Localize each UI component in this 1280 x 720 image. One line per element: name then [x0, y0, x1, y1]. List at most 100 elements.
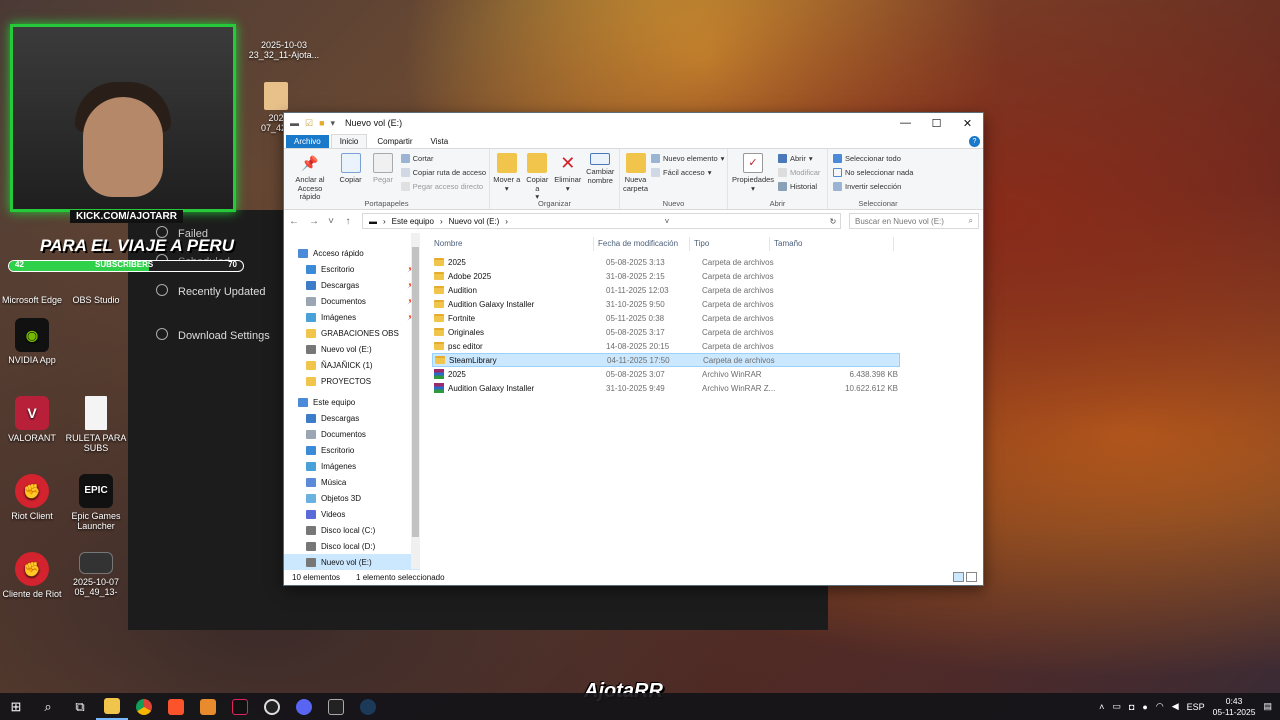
nav-item[interactable]: Escritorio📌 — [284, 261, 420, 277]
tab-inicio[interactable]: Inicio — [330, 134, 368, 148]
cut-button[interactable]: Cortar — [400, 153, 486, 164]
file-row[interactable]: Fortnite 05-11-2025 0:38 Carpeta de archiv… — [432, 311, 900, 325]
taskbar-epic[interactable] — [320, 693, 352, 720]
details-view-icon[interactable] — [953, 572, 964, 582]
desktop-icon-screenshot[interactable]: 2025-10-07 05_49_13- — [64, 552, 128, 597]
desktop-file-cam-top[interactable]: 2025-10-03 23_32_11-Ajota... — [248, 40, 320, 60]
nav-item[interactable]: Disco local (D:) — [284, 538, 420, 554]
close-button[interactable]: ✕ — [952, 117, 983, 130]
nav-item[interactable]: Disco local (C:) — [284, 522, 420, 538]
desktop-icon-cliente-riot[interactable]: ✊ Cliente de Riot — [0, 552, 64, 599]
network-icon[interactable]: ▭ — [1112, 701, 1121, 712]
menu-item-download-settings[interactable]: Download Settings — [156, 328, 270, 342]
back-arrow-icon[interactable]: ← — [288, 216, 300, 227]
file-row[interactable]: Originales 05-08-2025 3:17 Carpeta de arch… — [432, 325, 900, 339]
column-date[interactable]: Fecha de modificación — [594, 237, 690, 251]
camera-icon[interactable]: ◘ — [1129, 702, 1134, 712]
taskbar-tiktok[interactable] — [224, 693, 256, 720]
history-button[interactable]: Historial — [778, 181, 820, 192]
large-icons-view-icon[interactable] — [966, 572, 977, 582]
nav-item[interactable]: GRABACIONES OBS — [284, 325, 420, 341]
forward-arrow-icon[interactable]: → — [308, 216, 320, 227]
desktop-icon-riot-client[interactable]: ✊ Riot Client — [0, 474, 64, 521]
desktop-icon-nvidia[interactable]: ◉ NVIDIA App — [0, 318, 64, 365]
nav-item[interactable]: PROYECTOS — [284, 373, 420, 389]
search-input[interactable]: Buscar en Nuevo vol (E:) ⌕ — [849, 213, 979, 229]
nav-item[interactable]: Descargas — [284, 410, 420, 426]
nav-item[interactable]: Este equipo — [284, 394, 420, 410]
desktop-icon-ruleta[interactable]: RULETA PARA SUBS — [64, 396, 128, 453]
select-all-button[interactable]: Seleccionar todo — [833, 153, 913, 164]
nav-item[interactable]: Imágenes📌 — [284, 309, 420, 325]
taskbar-obs[interactable] — [256, 693, 288, 720]
maximize-button[interactable]: ☐ — [921, 117, 952, 130]
nav-item[interactable]: ÑAJAÑICK (1) — [284, 357, 420, 373]
address-dropdown-icon[interactable]: ˅ — [660, 217, 674, 226]
file-row[interactable]: Audition Galaxy Installer 31-10-2025 9:50… — [432, 297, 900, 311]
nav-item[interactable]: Música — [284, 474, 420, 490]
file-row[interactable]: psc editor 14-08-2025 20:15 Carpeta de arc… — [432, 339, 900, 353]
up-arrow-icon[interactable]: ↑ — [342, 216, 354, 227]
taskbar-app-a[interactable] — [192, 693, 224, 720]
recent-dropdown-icon[interactable]: ˅ — [328, 216, 334, 227]
customize-quick-access-icon[interactable]: ▾ — [331, 118, 336, 129]
taskbar-file-explorer[interactable] — [96, 693, 128, 720]
notifications-icon[interactable]: ▤ — [1263, 701, 1272, 712]
file-row[interactable]: Audition 01-11-2025 12:03 Carpeta de archi… — [432, 283, 900, 297]
paste-shortcut-button[interactable]: Pegar acceso directo — [400, 181, 486, 192]
start-button[interactable]: ⊞ — [0, 693, 32, 720]
easy-access-button[interactable]: Fácil acceso ▾ — [651, 167, 724, 178]
window-menu-icon[interactable]: ▬ — [290, 118, 299, 128]
taskbar-chrome[interactable] — [128, 693, 160, 720]
nav-item[interactable]: Acceso rápido — [284, 245, 420, 261]
tab-vista[interactable]: Vista — [423, 135, 457, 148]
nav-item[interactable]: Nuevo vol (E:) — [284, 341, 420, 357]
search-button[interactable]: ⌕ — [32, 693, 64, 720]
nav-item[interactable]: Documentos — [284, 426, 420, 442]
taskbar-brave[interactable] — [160, 693, 192, 720]
column-type[interactable]: Tipo — [690, 237, 770, 251]
file-row[interactable]: 2025 05-08-2025 3:07 Archivo WinRAR 6.438.3… — [432, 367, 900, 381]
new-item-button[interactable]: Nuevo elemento ▾ — [651, 153, 724, 164]
volume-icon[interactable]: ◀ — [1172, 701, 1179, 712]
tab-archivo[interactable]: Archivo — [286, 135, 329, 148]
menu-item-recently-updated[interactable]: Recently Updated — [156, 284, 265, 298]
file-row[interactable]: SteamLibrary 04-11-2025 17:50 Carpeta de a… — [432, 353, 900, 367]
file-row[interactable]: Adobe 2025 31-08-2025 2:15 Carpeta de arch… — [432, 269, 900, 283]
taskbar-steam[interactable] — [352, 693, 384, 720]
nav-item[interactable]: Imágenes — [284, 458, 420, 474]
edit-button[interactable]: Modificar — [778, 167, 820, 178]
nav-item[interactable]: Objetos 3D — [284, 490, 420, 506]
nav-item[interactable]: Escritorio — [284, 442, 420, 458]
copy-path-button[interactable]: Copiar ruta de acceso — [400, 167, 486, 178]
file-row[interactable]: Audition Galaxy Installer 31-10-2025 9:49… — [432, 381, 900, 395]
nav-item[interactable]: Documentos📌 — [284, 293, 420, 309]
refresh-icon[interactable]: ↻ — [826, 217, 840, 226]
nav-item[interactable]: Descargas📌 — [284, 277, 420, 293]
properties-quick-icon[interactable]: ☑ — [305, 118, 313, 129]
minimize-button[interactable]: — — [890, 117, 921, 130]
help-icon[interactable]: ? — [969, 136, 980, 147]
wifi-icon[interactable]: ◠ — [1156, 701, 1164, 712]
language-indicator[interactable]: ESP — [1187, 702, 1205, 712]
microphone-icon[interactable]: ● — [1142, 702, 1147, 712]
address-bar[interactable]: ▬ › Este equipo › Nuevo vol (E:) › ˅ ↻ — [362, 213, 841, 229]
open-button[interactable]: Abrir ▾ — [778, 153, 820, 164]
desktop-icon-epic[interactable]: EPIC Epic Games Launcher — [64, 474, 128, 531]
file-row[interactable]: 2025 05-08-2025 3:13 Carpeta de archivos — [432, 255, 900, 269]
chevron-up-icon[interactable]: ˄ — [1099, 702, 1104, 712]
clock[interactable]: 0:43 05-11-2025 — [1213, 696, 1256, 718]
new-folder-quick-icon[interactable]: ■ — [319, 118, 324, 128]
taskbar-discord[interactable] — [288, 693, 320, 720]
column-name[interactable]: Nombre — [420, 237, 594, 251]
nav-item[interactable]: Videos — [284, 506, 420, 522]
select-none-button[interactable]: No seleccionar nada — [833, 167, 913, 178]
invert-selection-button[interactable]: Invertir selección — [833, 181, 913, 192]
nav-item[interactable]: Nuevo vol (E:) — [284, 554, 420, 570]
nav-scrollbar-thumb[interactable] — [412, 247, 419, 537]
desktop-icon-valorant[interactable]: V VALORANT — [0, 396, 64, 443]
column-size[interactable]: Tamaño — [770, 237, 894, 251]
tab-compartir[interactable]: Compartir — [369, 135, 420, 148]
task-view-button[interactable]: ⧉ — [64, 693, 96, 720]
nav-scrollbar[interactable] — [411, 233, 420, 569]
